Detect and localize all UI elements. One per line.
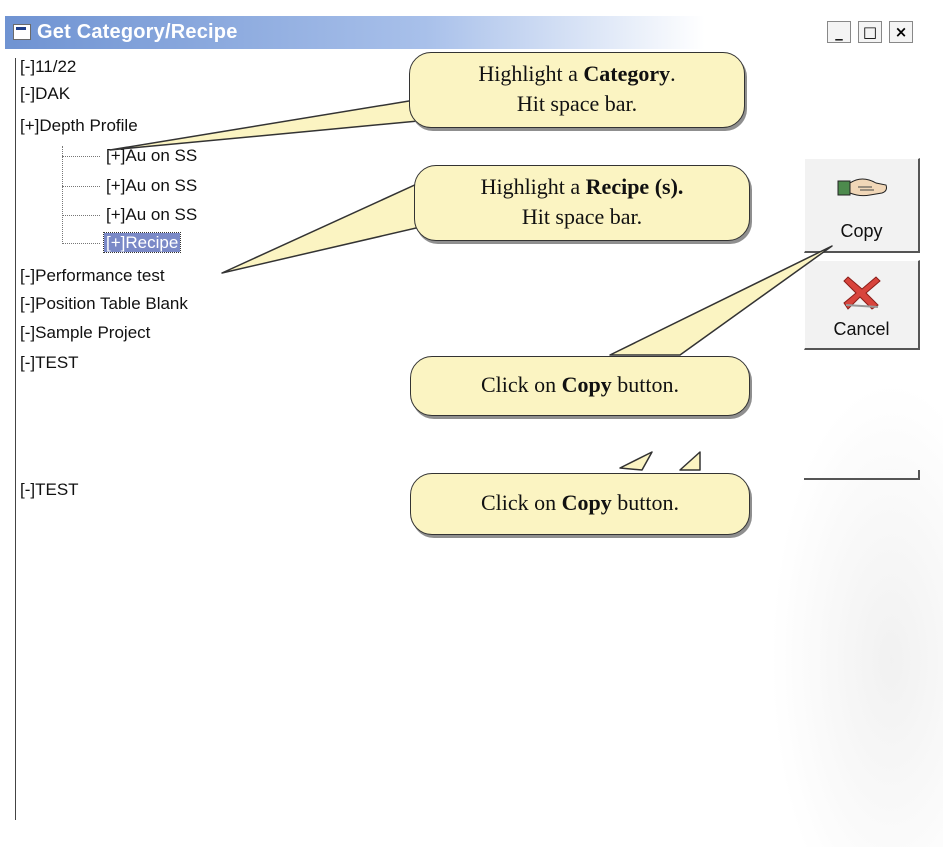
tree-item-label: [-]TEST <box>20 480 79 499</box>
tree-connector <box>62 146 63 244</box>
get-category-recipe-window: Get Category/Recipe _ □ × [-]11/22 [-]DA… <box>0 0 943 847</box>
tree-item-label: [-]11/22 <box>20 57 77 76</box>
tree-item[interactable]: [-]TEST <box>20 352 79 374</box>
button-edge <box>804 470 920 480</box>
maximize-button[interactable]: □ <box>858 21 882 43</box>
tree-item-label: [-]Sample Project <box>20 323 151 342</box>
callout-line: Hit space bar. <box>521 204 643 229</box>
tree-connector <box>62 156 100 157</box>
tree-item[interactable]: [-]TEST <box>20 479 79 501</box>
callout-category: Highlight a Category. Hit space bar. <box>409 52 745 128</box>
callout-line: Click on Copy button. <box>480 372 680 397</box>
tree-item-label: [-]Performance test <box>20 266 165 285</box>
background-shading <box>770 380 943 847</box>
tree-item-label: [-]TEST <box>20 353 79 372</box>
handshake-icon <box>805 171 918 212</box>
callout-recipe: Highlight a Recipe (s). Hit space bar. <box>414 165 750 241</box>
tree-item[interactable]: [-]Performance test <box>20 265 165 287</box>
tree-item[interactable]: [+]Au on SS <box>106 204 197 226</box>
callout-copy-2: Click on Copy button. <box>410 473 750 535</box>
callout-line: Hit space bar. <box>516 91 638 116</box>
tree-item[interactable]: [-]Position Table Blank <box>20 293 188 315</box>
callout-line: Click on Copy button. <box>480 490 680 515</box>
tree-item-label: [-]Position Table Blank <box>20 294 188 313</box>
tree-item-label: [+]Recipe <box>102 232 182 253</box>
tree-item-label: [+]Au on SS <box>106 176 198 195</box>
tree-connector <box>62 215 100 216</box>
tree-connector <box>62 186 100 187</box>
minimize-button[interactable]: _ <box>827 21 851 43</box>
cancel-button-label: Cancel <box>833 319 890 339</box>
tree-item-selected[interactable]: [+]Recipe <box>102 232 182 254</box>
tree-item-label: [+]Au on SS <box>106 205 198 224</box>
tree-connector <box>62 243 100 244</box>
callout-copy: Click on Copy button. <box>410 356 750 416</box>
tree-item-label: [+]Au on SS <box>106 146 198 165</box>
tree-item[interactable]: [+]Au on SS <box>106 145 197 167</box>
tree-item-label: [+]Depth Profile <box>20 116 138 135</box>
close-button[interactable]: × <box>889 21 913 43</box>
copy-button-label: Copy <box>840 221 883 241</box>
tree-item[interactable]: [-]11/22 <box>20 56 76 78</box>
tree-item[interactable]: [-]Sample Project <box>20 322 150 344</box>
cancel-button[interactable]: Cancel <box>804 260 920 350</box>
callout-line: Highlight a Category. <box>478 61 676 86</box>
tree-item[interactable]: [+]Depth Profile <box>20 115 138 137</box>
red-x-icon <box>805 271 918 316</box>
copy-button[interactable]: Copy <box>804 158 920 253</box>
callout-line: Highlight a Recipe (s). <box>480 174 684 199</box>
tree-item-label: [-]DAK <box>20 84 71 103</box>
tree-item[interactable]: [-]DAK <box>20 83 70 105</box>
tree-item[interactable]: [+]Au on SS <box>106 175 197 197</box>
